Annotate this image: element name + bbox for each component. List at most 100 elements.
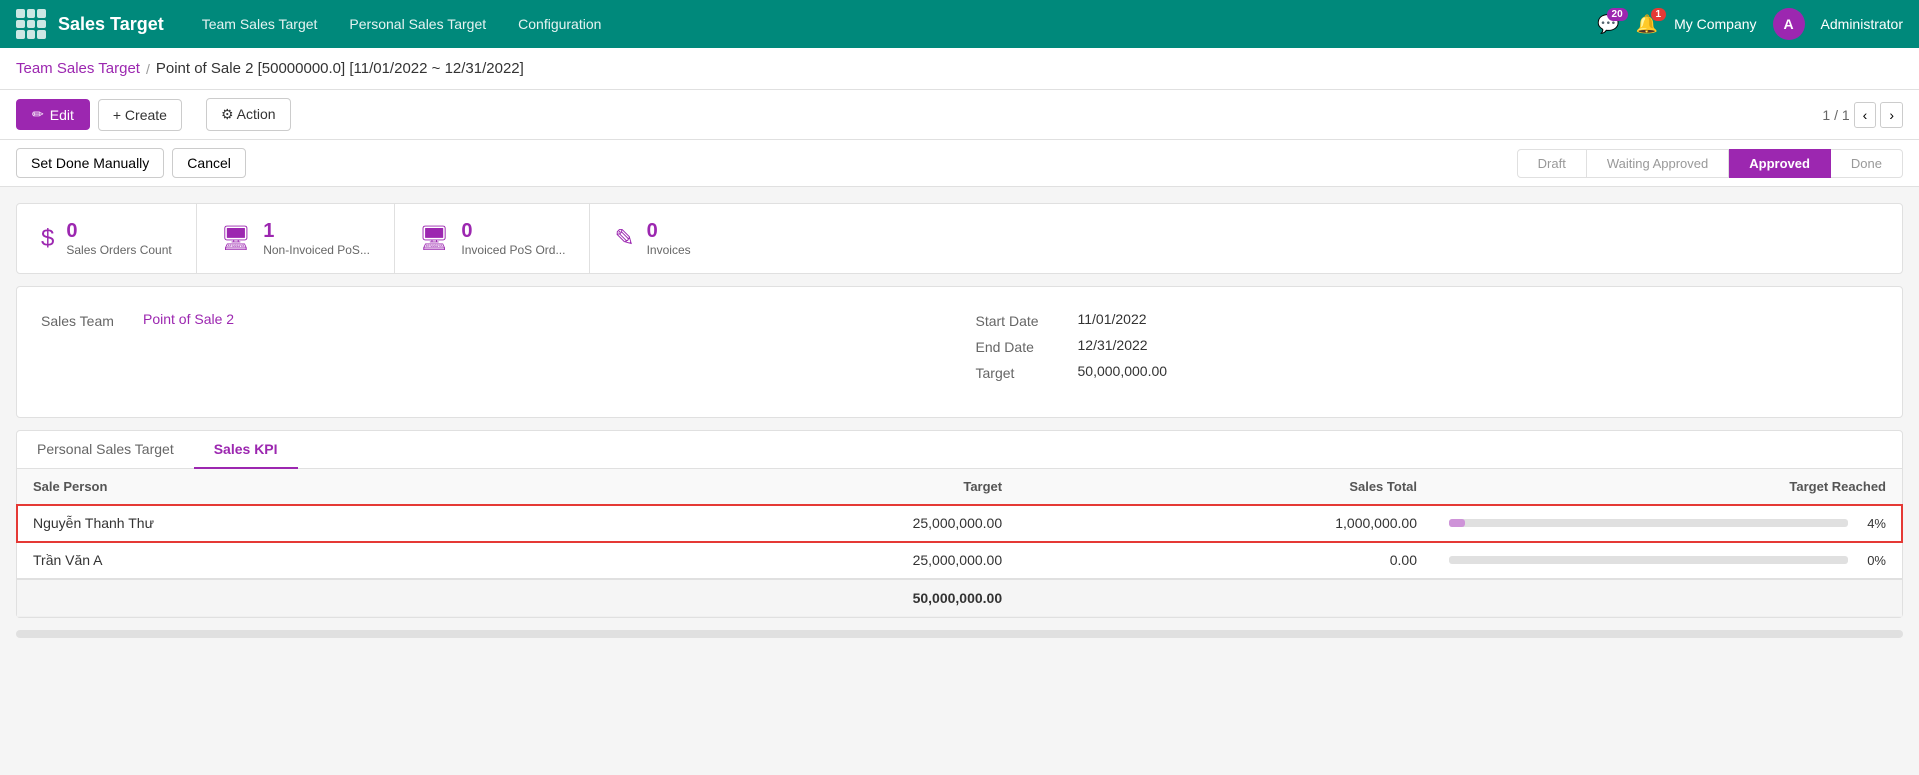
- col-target: Target: [575, 469, 1018, 505]
- total-row: 50,000,000.00: [17, 579, 1902, 617]
- row-1-name: Nguyễn Thanh Thư: [17, 505, 575, 542]
- nav-team-sales-target[interactable]: Team Sales Target: [188, 8, 332, 40]
- col-sale-person: Sale Person: [17, 469, 575, 505]
- row-1-target-reached: 4%: [1433, 505, 1902, 542]
- alert-count: 1: [1651, 8, 1667, 21]
- stat-sales-orders-count: 0: [66, 220, 171, 243]
- sales-team-label: Sales Team: [41, 311, 131, 329]
- tabs-section: Personal Sales Target Sales KPI Sale Per…: [16, 430, 1903, 618]
- message-count: 20: [1607, 8, 1628, 21]
- dollar-icon: $: [41, 225, 54, 253]
- nav-configuration[interactable]: Configuration: [504, 8, 615, 40]
- table-wrap: Sale Person Target Sales Total Target Re…: [17, 469, 1902, 617]
- avatar[interactable]: A: [1773, 8, 1805, 40]
- total-reached: [1433, 579, 1902, 617]
- nav-right: 💬 20 🔔 1 My Company A Administrator: [1597, 8, 1903, 40]
- breadcrumb-separator: /: [146, 61, 150, 77]
- action-label: ⚙ Action: [221, 106, 276, 123]
- create-label: + Create: [113, 107, 167, 123]
- sales-team-value[interactable]: Point of Sale 2: [143, 311, 234, 327]
- stat-invoices[interactable]: ✎ 0 Invoices: [589, 204, 714, 273]
- next-page-button[interactable]: ›: [1880, 102, 1903, 128]
- end-date-group: End Date 12/31/2022: [976, 337, 1879, 355]
- set-done-manually-button[interactable]: Set Done Manually: [16, 148, 164, 178]
- prev-page-button[interactable]: ‹: [1854, 102, 1877, 128]
- stat-non-invoiced-pos[interactable]: 🖥 1 Non-Invoiced PoS...: [196, 204, 394, 273]
- breadcrumb: Team Sales Target / Point of Sale 2 [500…: [0, 48, 1919, 90]
- status-approved[interactable]: Approved: [1729, 149, 1831, 178]
- horizontal-scrollbar[interactable]: [16, 630, 1903, 638]
- edit-label: Edit: [50, 107, 74, 123]
- company-name[interactable]: My Company: [1674, 16, 1756, 32]
- end-date-value: 12/31/2022: [1078, 337, 1148, 353]
- row-2-progress-label: 0%: [1856, 553, 1886, 568]
- col-sales-total: Sales Total: [1018, 469, 1433, 505]
- total-name: [17, 579, 575, 617]
- form-col-left: Sales Team Point of Sale 2: [41, 311, 944, 381]
- monitor-icon-1: 🖥: [221, 224, 251, 253]
- admin-name[interactable]: Administrator: [1821, 16, 1903, 32]
- messages-button[interactable]: 💬 20: [1597, 14, 1619, 35]
- status-draft[interactable]: Draft: [1517, 149, 1587, 178]
- action-bar: ✏ Edit + Create ⚙ Action 1 / 1 ‹ ›: [0, 90, 1919, 140]
- stats-row: $ 0 Sales Orders Count 🖥 1 Non-Invoiced …: [16, 203, 1903, 274]
- stat-invoices-count: 0: [647, 220, 691, 243]
- nav-personal-sales-target[interactable]: Personal Sales Target: [335, 8, 500, 40]
- tab-personal-sales-target[interactable]: Personal Sales Target: [17, 431, 194, 469]
- sales-team-group: Sales Team Point of Sale 2: [41, 311, 944, 329]
- progress-bar-bg-2: [1449, 556, 1848, 564]
- edit-icon: ✏: [32, 106, 44, 123]
- pagination: 1 / 1 ‹ ›: [1822, 102, 1903, 128]
- stat-invoices-label: Invoices: [647, 243, 691, 257]
- breadcrumb-current: Point of Sale 2 [50000000.0] [11/01/2022…: [156, 60, 524, 77]
- app-grid-icon[interactable]: [16, 9, 46, 39]
- row-1-progress-label: 4%: [1856, 516, 1886, 531]
- row-2-target: 25,000,000.00: [575, 542, 1018, 580]
- progress-bar-bg-1: [1449, 519, 1848, 527]
- total-target: 50,000,000.00: [575, 579, 1018, 617]
- progress-bar-fill-1: [1449, 519, 1465, 527]
- stat-sales-orders[interactable]: $ 0 Sales Orders Count: [17, 204, 196, 273]
- form-row-1: Sales Team Point of Sale 2 Start Date 11…: [41, 311, 1878, 381]
- start-date-group: Start Date 11/01/2022: [976, 311, 1879, 329]
- main-content: $ 0 Sales Orders Count 🖥 1 Non-Invoiced …: [0, 187, 1919, 654]
- alerts-button[interactable]: 🔔 1: [1636, 14, 1658, 35]
- tab-sales-kpi[interactable]: Sales KPI: [194, 431, 298, 469]
- end-date-label: End Date: [976, 337, 1066, 355]
- start-date-value: 11/01/2022: [1078, 311, 1147, 327]
- form-section: Sales Team Point of Sale 2 Start Date 11…: [16, 286, 1903, 418]
- monitor-icon-2: 🖥: [419, 224, 449, 253]
- stat-non-invoiced-label: Non-Invoiced PoS...: [263, 243, 370, 257]
- nav-links: Team Sales Target Personal Sales Target …: [188, 8, 1598, 40]
- row-2-name: Trần Văn A: [17, 542, 575, 580]
- stat-invoiced-pos[interactable]: 🖥 0 Invoiced PoS Ord...: [394, 204, 590, 273]
- target-label: Target: [976, 363, 1066, 381]
- table-row[interactable]: Nguyễn Thanh Thư 25,000,000.00 1,000,000…: [17, 505, 1902, 542]
- status-steps: Draft Waiting Approved Approved Done: [1517, 149, 1903, 178]
- stat-invoiced-label: Invoiced PoS Ord...: [461, 243, 565, 257]
- row-2-target-reached: 0%: [1433, 542, 1902, 580]
- app-title: Sales Target: [58, 14, 164, 35]
- sales-table: Sale Person Target Sales Total Target Re…: [17, 469, 1902, 617]
- row-2-sales-total: 0.00: [1018, 542, 1433, 580]
- action-button[interactable]: ⚙ Action: [206, 98, 291, 131]
- cancel-button[interactable]: Cancel: [172, 148, 246, 178]
- stat-non-invoiced-count: 1: [263, 220, 370, 243]
- edit-button[interactable]: ✏ Edit: [16, 99, 90, 130]
- stat-invoiced-count: 0: [461, 220, 565, 243]
- total-sales: [1018, 579, 1433, 617]
- row-1-target: 25,000,000.00: [575, 505, 1018, 542]
- create-button[interactable]: + Create: [98, 99, 182, 131]
- pagination-text: 1 / 1: [1822, 107, 1849, 123]
- target-value: 50,000,000.00: [1078, 363, 1168, 379]
- status-waiting-approved[interactable]: Waiting Approved: [1587, 149, 1729, 178]
- tabs-header: Personal Sales Target Sales KPI: [17, 431, 1902, 469]
- table-row[interactable]: Trần Văn A 25,000,000.00 0.00 0%: [17, 542, 1902, 580]
- form-col-right: Start Date 11/01/2022 End Date 12/31/202…: [976, 311, 1879, 381]
- target-group: Target 50,000,000.00: [976, 363, 1879, 381]
- stat-sales-orders-label: Sales Orders Count: [66, 243, 171, 257]
- status-bar: Set Done Manually Cancel Draft Waiting A…: [0, 140, 1919, 187]
- breadcrumb-parent[interactable]: Team Sales Target: [16, 60, 140, 77]
- status-done[interactable]: Done: [1831, 149, 1903, 178]
- invoice-icon: ✎: [614, 224, 634, 253]
